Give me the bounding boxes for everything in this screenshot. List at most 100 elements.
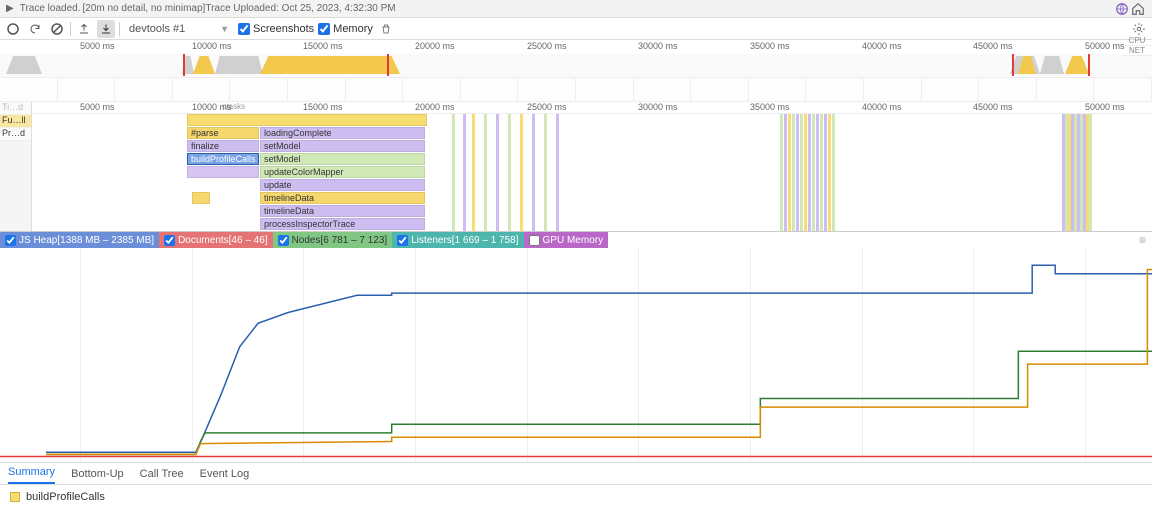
screenshot-thumb[interactable]: [288, 78, 346, 101]
memory-checkbox[interactable]: Memory: [318, 23, 373, 35]
overview-timeline[interactable]: [0, 54, 1152, 78]
flame-sliver[interactable]: [496, 114, 499, 231]
gc-button[interactable]: [377, 20, 395, 38]
download-button[interactable]: [97, 20, 115, 38]
flame-block-selected[interactable]: buildProfileCalls: [187, 153, 259, 165]
flame-sliver[interactable]: [544, 114, 547, 231]
flame-sliver[interactable]: [796, 114, 799, 231]
flame-block[interactable]: finalize: [187, 140, 259, 152]
flame-block[interactable]: processInspectorTrace: [260, 218, 425, 230]
flame-block[interactable]: loadingComplete: [260, 127, 425, 139]
flame-chart[interactable]: Ti…d Fu…ll Pr…d otasks 5000 ms10000 ms15…: [0, 102, 1152, 232]
tab-summary[interactable]: Summary: [8, 462, 55, 484]
legend-documents[interactable]: Documents[46 – 46]: [159, 232, 273, 248]
tab-eventlog[interactable]: Event Log: [200, 464, 250, 484]
ruler-tick: 50000 ms: [1085, 41, 1125, 51]
flame-sliver[interactable]: [484, 114, 487, 231]
flame-sliver[interactable]: [792, 114, 795, 231]
tab-calltree[interactable]: Call Tree: [140, 464, 184, 484]
screenshot-thumb[interactable]: [461, 78, 519, 101]
flame-sliver[interactable]: [508, 114, 511, 231]
screenshot-thumb[interactable]: [979, 78, 1037, 101]
legend-jsheap[interactable]: JS Heap[1388 MB – 2385 MB]: [0, 232, 159, 248]
flame-sliver[interactable]: [556, 114, 559, 231]
flame-sliver[interactable]: [820, 114, 823, 231]
tab-bottomup[interactable]: Bottom-Up: [71, 464, 124, 484]
flame-sliver[interactable]: [780, 114, 783, 231]
context-dropdown[interactable]: devtools #1 ▼: [124, 22, 234, 36]
flame-block[interactable]: timelineData: [260, 205, 425, 217]
screenshot-thumb[interactable]: [749, 78, 807, 101]
flame-sliver[interactable]: [804, 114, 807, 231]
screenshot-thumb[interactable]: [576, 78, 634, 101]
flame-sliver[interactable]: [828, 114, 831, 231]
flame-sliver[interactable]: [472, 114, 475, 231]
play-icon[interactable]: ▶: [6, 3, 14, 14]
flame-block[interactable]: setModel: [260, 140, 425, 152]
screenshot-thumb[interactable]: [691, 78, 749, 101]
flame-sliver[interactable]: [800, 114, 803, 231]
reload-button[interactable]: [26, 20, 44, 38]
flame-block[interactable]: updateColorMapper: [260, 166, 425, 178]
flame-sliver[interactable]: [824, 114, 827, 231]
ruler-tick: 15000 ms: [303, 102, 343, 112]
flame-sliver[interactable]: [520, 114, 523, 231]
legend-menu-icon[interactable]: ≡: [1139, 233, 1146, 247]
flame-ruler: otasks 5000 ms10000 ms15000 ms20000 ms25…: [32, 102, 1152, 114]
task-block[interactable]: [187, 114, 427, 126]
screenshot-thumb[interactable]: [1037, 78, 1095, 101]
legend-listeners[interactable]: Listeners[1 669 – 1 758]: [392, 232, 523, 248]
flame-sliver[interactable]: [816, 114, 819, 231]
memory-chart[interactable]: [0, 248, 1152, 463]
ruler-tick: 45000 ms: [973, 41, 1013, 51]
screenshot-thumb[interactable]: [864, 78, 922, 101]
ruler-tick: 40000 ms: [862, 102, 902, 112]
ruler-tick: 25000 ms: [527, 102, 567, 112]
screenshot-thumb[interactable]: [518, 78, 576, 101]
screenshot-thumb[interactable]: [1094, 78, 1152, 101]
track-label[interactable]: Pr…d: [0, 128, 31, 141]
flame-block[interactable]: timelineData: [260, 192, 425, 204]
ruler-tick: 5000 ms: [80, 102, 115, 112]
screenshot-thumb[interactable]: [806, 78, 864, 101]
screenshot-thumb[interactable]: [173, 78, 231, 101]
record-button[interactable]: [4, 20, 22, 38]
screenshot-thumb[interactable]: [58, 78, 116, 101]
screenshots-checkbox[interactable]: Screenshots: [238, 23, 314, 35]
legend-nodes[interactable]: Nodes[6 781 – 7 123]: [273, 232, 393, 248]
flame-sliver[interactable]: [452, 114, 455, 231]
flame-sliver[interactable]: [463, 114, 466, 231]
screenshot-thumb[interactable]: [403, 78, 461, 101]
settings-icon[interactable]: [1130, 20, 1148, 38]
screenshot-thumb[interactable]: [634, 78, 692, 101]
ruler-tick: 15000 ms: [303, 41, 343, 51]
ruler-tick: 45000 ms: [973, 102, 1013, 112]
home-icon[interactable]: [1130, 1, 1146, 17]
screenshot-thumb[interactable]: [115, 78, 173, 101]
track-label[interactable]: Fu…ll: [0, 115, 31, 128]
flame-block[interactable]: [192, 192, 210, 204]
clear-button[interactable]: [48, 20, 66, 38]
flame-sliver[interactable]: [784, 114, 787, 231]
track-label[interactable]: Ti…d: [0, 102, 31, 115]
flame-block[interactable]: [187, 166, 259, 178]
flame-block[interactable]: update: [260, 179, 425, 191]
ruler-tick: 25000 ms: [527, 41, 567, 51]
screenshot-thumb[interactable]: [230, 78, 288, 101]
flame-sliver[interactable]: [832, 114, 835, 231]
flame-sliver[interactable]: [788, 114, 791, 231]
upload-button[interactable]: [75, 20, 93, 38]
screenshot-strip[interactable]: [0, 78, 1152, 102]
web-icon[interactable]: [1114, 1, 1130, 17]
flame-block[interactable]: setModel: [260, 153, 425, 165]
flame-sliver[interactable]: [1089, 114, 1092, 231]
screenshot-thumb[interactable]: [0, 78, 58, 101]
flame-block[interactable]: #parse: [187, 127, 259, 139]
flame-sliver[interactable]: [532, 114, 535, 231]
flame-sliver[interactable]: [808, 114, 811, 231]
screenshot-thumb[interactable]: [346, 78, 404, 101]
ruler-tick: 35000 ms: [750, 41, 790, 51]
legend-gpu[interactable]: GPU Memory: [524, 232, 609, 248]
flame-sliver[interactable]: [812, 114, 815, 231]
screenshot-thumb[interactable]: [922, 78, 980, 101]
